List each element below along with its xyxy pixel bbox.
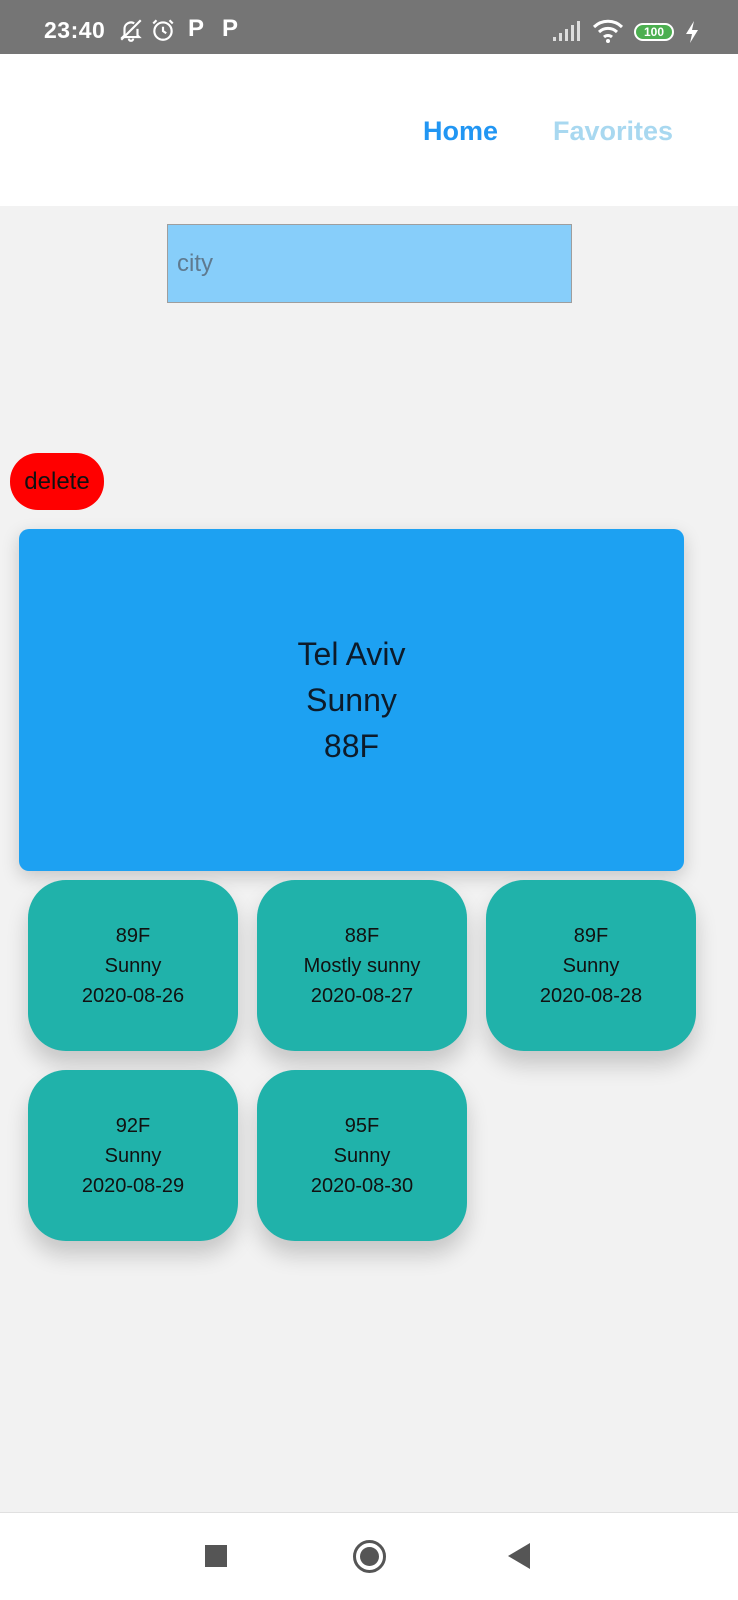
signal-icon (553, 21, 580, 41)
forecast-condition: Sunny (333, 1144, 391, 1167)
current-temperature: 88F (323, 728, 380, 764)
forecast-date: 2020-08-26 (81, 984, 185, 1007)
forecast-date: 2020-08-28 (539, 984, 643, 1007)
nav-favorites-link[interactable]: Favorites (553, 116, 673, 147)
wifi-icon (592, 19, 624, 43)
current-condition: Sunny (306, 682, 397, 718)
forecast-temp: 92F (115, 1114, 151, 1137)
forecast-date: 2020-08-27 (310, 984, 414, 1007)
p-icon: P (188, 15, 205, 42)
forecast-condition: Mostly sunny (303, 954, 421, 977)
back-icon[interactable] (508, 1543, 530, 1569)
p-icon: P (222, 15, 239, 42)
status-time: 23:40 (44, 17, 106, 43)
current-city: Tel Aviv (297, 636, 406, 672)
bell-off-icon (120, 19, 142, 42)
recents-icon[interactable] (205, 1545, 227, 1567)
forecast-temp: 89F (573, 924, 609, 947)
forecast-date: 2020-08-30 (310, 1174, 414, 1197)
forecast-card: 89F Sunny 2020-08-26 (28, 880, 238, 1051)
forecast-card: 92F Sunny 2020-08-29 (28, 1070, 238, 1241)
forecast-grid: 89F Sunny 2020-08-26 88F Mostly sunny 20… (28, 880, 728, 1241)
current-weather-card: Tel Aviv Sunny 88F (19, 529, 684, 871)
forecast-card: 89F Sunny 2020-08-28 (486, 880, 696, 1051)
forecast-card: 88F Mostly sunny 2020-08-27 (257, 880, 467, 1051)
city-search-input[interactable] (167, 224, 572, 303)
forecast-condition: Sunny (562, 954, 620, 977)
forecast-temp: 89F (115, 924, 151, 947)
top-nav: Home Favorites (0, 54, 738, 206)
forecast-temp: 95F (344, 1114, 380, 1137)
charging-icon (686, 21, 698, 43)
delete-button[interactable]: delete (10, 453, 104, 510)
home-icon[interactable] (353, 1540, 386, 1573)
battery-icon: 100 (634, 23, 674, 41)
forecast-card: 95F Sunny 2020-08-30 (257, 1070, 467, 1241)
forecast-temp: 88F (344, 924, 380, 947)
forecast-condition: Sunny (104, 1144, 162, 1167)
nav-home-link[interactable]: Home (423, 116, 498, 147)
status-bar: 23:40 P P 100 (0, 0, 738, 54)
forecast-condition: Sunny (104, 954, 162, 977)
alarm-icon (152, 19, 174, 41)
forecast-date: 2020-08-29 (81, 1174, 185, 1197)
battery-level: 100 (643, 25, 665, 39)
system-nav-bar (0, 1512, 738, 1600)
